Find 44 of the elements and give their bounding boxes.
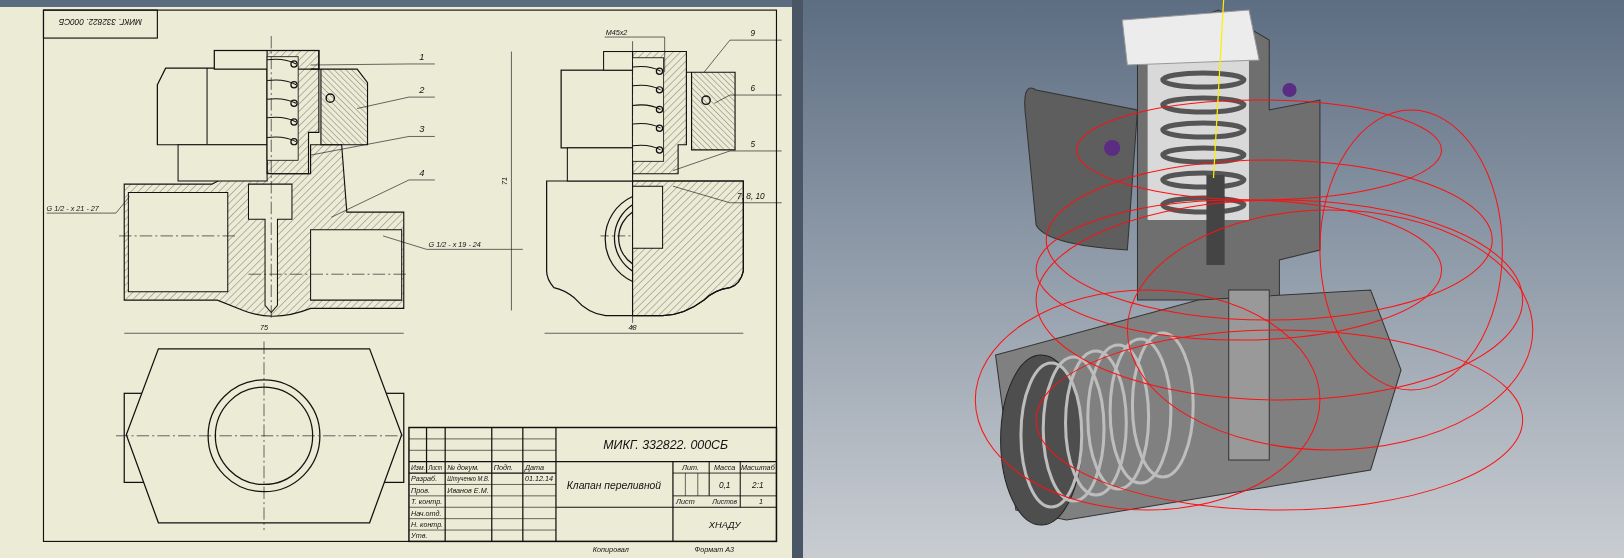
callout-number: 6: [750, 83, 756, 93]
column-header: Лист: [428, 462, 448, 472]
column-header: Дата: [524, 462, 544, 472]
sheets-label: Листов: [712, 497, 739, 507]
dimension-text: 75: [260, 323, 268, 333]
callout-number: 9: [750, 29, 756, 38]
dimension-text: 71: [500, 177, 510, 185]
dimension-text: M45x2: [605, 27, 628, 37]
column-header: Изм.: [411, 462, 427, 472]
mass-value: 0,1: [718, 480, 731, 490]
dimension-text: 48: [628, 323, 637, 333]
scale-value: 2:1: [752, 480, 764, 490]
drawing-title: Клапан переливной: [566, 479, 662, 491]
drawing-number: МИКГ. 332822. 000СБ: [603, 438, 729, 453]
organization-name: ХНАДУ: [708, 519, 741, 530]
person-name: Штученко М.В.: [447, 474, 500, 484]
column-header: Масштаб: [740, 462, 775, 472]
callout-number: 3: [419, 124, 425, 135]
footer-text: Формат А3: [694, 544, 735, 554]
person-name: Иванов Е.М.: [447, 485, 489, 495]
thread-label: G 1/2 - x 19 - 24: [428, 240, 481, 250]
row-label: Нач.отд.: [411, 508, 442, 518]
footer-text: Копировал: [592, 544, 629, 554]
callout-number: 5: [750, 139, 756, 149]
sheets-count: 1: [758, 497, 763, 507]
sheet-label: Лист: [676, 497, 695, 507]
callout-number: 2: [419, 84, 425, 95]
column-header: № докум.: [447, 462, 480, 472]
date-text: 01.12.14: [524, 474, 554, 484]
row-label: Утв.: [411, 531, 428, 541]
column-header: Лит.: [682, 462, 699, 472]
leader-line: [604, 36, 665, 73]
callout-number: 7, 8, 10: [737, 191, 765, 201]
row-label: Н. контр.: [411, 519, 444, 529]
callout-number: 4: [419, 167, 425, 178]
leader-line: [714, 94, 782, 104]
thread-label: G 1/2 - x 21 - 27: [46, 204, 99, 214]
column-header: Масса: [714, 462, 736, 472]
row-label: Пров.: [411, 485, 431, 495]
row-label: Т. контр.: [411, 497, 443, 507]
callout-number: 1: [419, 51, 425, 62]
stamp-text: МИКГ. 332822. 000СБ: [58, 17, 143, 27]
column-header: Подп.: [493, 462, 514, 472]
row-label: Разраб.: [411, 474, 438, 484]
